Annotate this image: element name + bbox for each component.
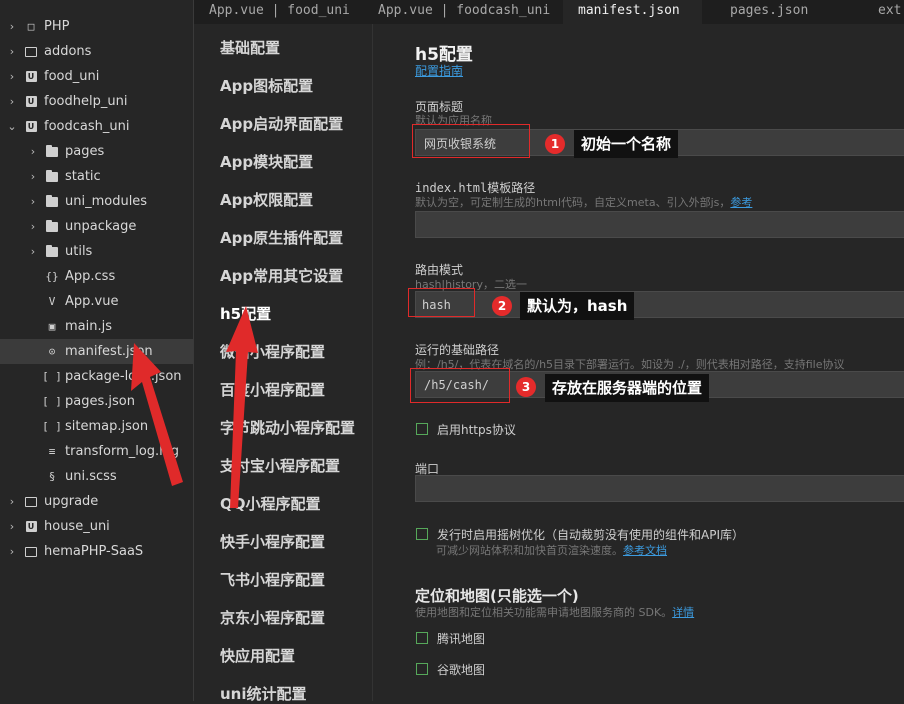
annotation-arrows: [131, 306, 258, 508]
arrow-to-h5-config: [226, 306, 258, 508]
arrow-to-manifest: [131, 343, 183, 486]
